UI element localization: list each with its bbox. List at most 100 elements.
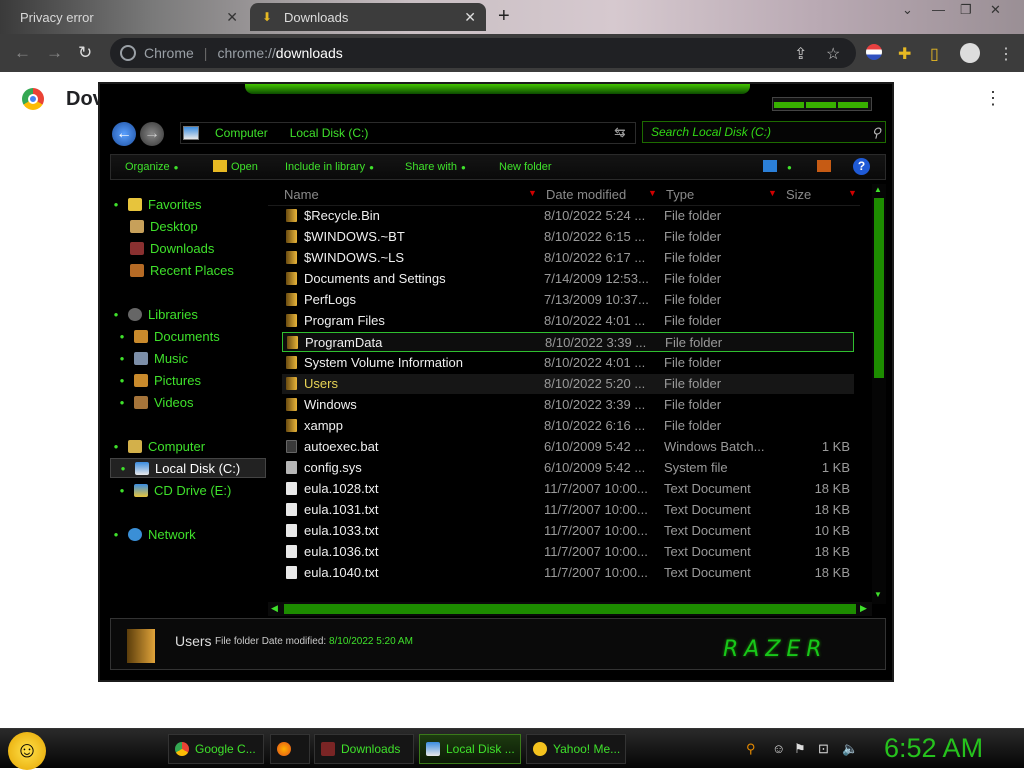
column-type[interactable]: Type bbox=[666, 187, 694, 202]
scroll-right-icon[interactable]: ▶ bbox=[860, 603, 867, 614]
expand-icon[interactable]: ● bbox=[116, 332, 128, 341]
side-panel-icon[interactable]: ▯ bbox=[930, 44, 939, 64]
restore-icon[interactable]: ❐ bbox=[960, 2, 972, 18]
scroll-thumb[interactable] bbox=[874, 198, 884, 378]
nav-desktop[interactable]: Desktop bbox=[110, 216, 266, 236]
sort-arrow-icon[interactable]: ▼ bbox=[648, 188, 657, 198]
share-with-button[interactable]: Share with ● bbox=[405, 161, 466, 173]
bookmark-star-icon[interactable]: ☆ bbox=[826, 44, 840, 64]
scroll-up-icon[interactable]: ▲ bbox=[874, 185, 884, 195]
expand-icon[interactable]: ● bbox=[116, 398, 128, 407]
scroll-thumb[interactable] bbox=[284, 604, 856, 614]
expand-icon[interactable]: ● bbox=[110, 200, 122, 209]
open-button[interactable]: Open bbox=[231, 161, 258, 173]
taskbar-item-yahoo[interactable]: Yahoo! Me... bbox=[526, 734, 626, 764]
taskbar-item-downloads[interactable]: Downloads bbox=[314, 734, 414, 764]
sort-arrow-icon[interactable]: ▼ bbox=[528, 188, 537, 198]
view-dropdown[interactable]: ● bbox=[783, 161, 792, 173]
nav-computer[interactable]: ● Computer bbox=[110, 436, 266, 456]
nav-libraries[interactable]: ● Libraries bbox=[110, 304, 266, 324]
close-tab-icon[interactable]: ✕ bbox=[226, 9, 238, 26]
nav-favorites[interactable]: ● Favorites bbox=[110, 194, 266, 214]
menu-kebab-icon[interactable]: ⋮ bbox=[998, 44, 1014, 64]
expand-icon[interactable]: ● bbox=[116, 486, 128, 495]
address-bar[interactable]: Chrome | chrome://downloads bbox=[110, 38, 856, 68]
view-options-icon[interactable] bbox=[763, 160, 777, 172]
file-row[interactable]: eula.1036.txt 11/7/2007 10:00... Text Docu… bbox=[282, 542, 854, 562]
horizontal-scrollbar[interactable]: ◀ ▶ bbox=[268, 602, 872, 616]
expand-icon[interactable]: ● bbox=[110, 530, 122, 539]
messenger-tray-icon[interactable]: ☺ bbox=[772, 741, 785, 756]
include-in-library-button[interactable]: Include in library ● bbox=[285, 161, 374, 173]
file-row[interactable]: xampp 8/10/2022 6:16 ... File folder bbox=[282, 416, 854, 436]
scroll-down-icon[interactable]: ▼ bbox=[874, 590, 884, 600]
vertical-scrollbar[interactable]: ▲ ▼ bbox=[872, 184, 886, 604]
search-input[interactable]: Search Local Disk (C:) ⚲ bbox=[642, 121, 886, 143]
expand-icon[interactable]: ● bbox=[117, 464, 129, 473]
nav-local-disk[interactable]: ● Local Disk (C:) bbox=[110, 458, 266, 478]
refresh-icon[interactable]: ⇆ bbox=[614, 124, 626, 141]
forward-icon[interactable]: → bbox=[46, 43, 63, 63]
help-icon[interactable]: ? bbox=[853, 158, 870, 175]
file-row[interactable]: Windows 8/10/2022 3:39 ... File folder bbox=[282, 395, 854, 415]
expand-icon[interactable]: ● bbox=[110, 442, 122, 451]
file-row[interactable]: eula.1028.txt 11/7/2007 10:00... Text Docu… bbox=[282, 479, 854, 499]
file-row[interactable]: config.sys 6/10/2009 5:42 ... System file 1… bbox=[282, 458, 854, 478]
file-row-selected[interactable]: ProgramData 8/10/2022 3:39 ... File folder bbox=[282, 332, 854, 352]
column-name[interactable]: Name bbox=[284, 187, 319, 202]
taskbar-item-chrome[interactable]: Google C... bbox=[168, 734, 264, 764]
page-menu-icon[interactable]: ⋮ bbox=[984, 88, 1002, 109]
search-icon[interactable]: ⚲ bbox=[746, 741, 756, 757]
preview-pane-icon[interactable] bbox=[817, 160, 831, 172]
expand-icon[interactable]: ● bbox=[116, 376, 128, 385]
nav-recent-places[interactable]: Recent Places bbox=[110, 260, 266, 280]
minimize-icon[interactable]: — bbox=[932, 2, 945, 17]
tab-downloads[interactable]: ⬇ Downloads ✕ bbox=[250, 3, 486, 31]
search-icon[interactable]: ⚲ bbox=[871, 125, 881, 141]
file-row[interactable]: eula.1033.txt 11/7/2007 10:00... Text Docu… bbox=[282, 521, 854, 541]
breadcrumb-computer[interactable]: Computer bbox=[215, 126, 268, 140]
reload-icon[interactable]: ↻ bbox=[78, 43, 92, 63]
file-row[interactable]: autoexec.bat 6/10/2009 5:42 ... Windows Ba… bbox=[282, 437, 854, 457]
file-row[interactable]: eula.1040.txt 11/7/2007 10:00... Text Docu… bbox=[282, 563, 854, 583]
forward-icon[interactable]: → bbox=[140, 122, 164, 146]
nav-downloads[interactable]: Downloads bbox=[110, 238, 266, 258]
taskbar-item-firefox[interactable] bbox=[270, 734, 310, 764]
new-folder-button[interactable]: New folder bbox=[499, 161, 552, 173]
file-row[interactable]: $WINDOWS.~BT 8/10/2022 6:15 ... File folde… bbox=[282, 227, 854, 247]
back-icon[interactable]: ← bbox=[14, 43, 31, 63]
column-size[interactable]: Size bbox=[786, 187, 811, 202]
breadcrumb-local-disk[interactable]: Local Disk (C:) bbox=[290, 126, 369, 140]
close-window-icon[interactable]: ✕ bbox=[990, 2, 1001, 18]
volume-icon[interactable]: 🔈 bbox=[842, 741, 858, 757]
explorer-address-bar[interactable]: Computer Local Disk (C:) ▽ bbox=[180, 122, 636, 144]
file-row[interactable]: $Recycle.Bin 8/10/2022 5:24 ... File folde… bbox=[282, 206, 854, 226]
start-button[interactable]: ☺ bbox=[8, 732, 46, 770]
file-row[interactable]: eula.1031.txt 11/7/2007 10:00... Text Docu… bbox=[282, 500, 854, 520]
extensions-icon[interactable]: ✚ bbox=[898, 44, 911, 64]
organize-button[interactable]: Organize ● bbox=[125, 161, 178, 173]
new-tab-button[interactable]: + bbox=[498, 5, 510, 28]
share-icon[interactable]: ⇪ bbox=[794, 44, 807, 64]
chevron-down-icon[interactable]: ⌄ bbox=[902, 2, 913, 18]
file-row[interactable]: $WINDOWS.~LS 8/10/2022 6:17 ... File folde… bbox=[282, 248, 854, 268]
nav-cd-drive[interactable]: ● CD Drive (E:) bbox=[110, 480, 266, 500]
back-icon[interactable]: ← bbox=[112, 122, 136, 146]
nav-pictures[interactable]: ● Pictures bbox=[110, 370, 266, 390]
file-row-hovered[interactable]: Users 8/10/2022 5:20 ... File folder bbox=[282, 374, 854, 394]
file-row[interactable]: Program Files 8/10/2022 4:01 ... File fold… bbox=[282, 311, 854, 331]
sort-arrow-icon[interactable]: ▼ bbox=[848, 188, 857, 198]
nav-network[interactable]: ● Network bbox=[110, 524, 266, 544]
flag-extension-icon[interactable] bbox=[866, 44, 882, 60]
file-row[interactable]: PerfLogs 7/13/2009 10:37... File folder bbox=[282, 290, 854, 310]
nav-documents[interactable]: ● Documents bbox=[110, 326, 266, 346]
close-tab-icon[interactable]: ✕ bbox=[464, 9, 476, 26]
profile-avatar[interactable] bbox=[960, 43, 980, 63]
column-date-modified[interactable]: Date modified bbox=[546, 187, 626, 202]
nav-videos[interactable]: ● Videos bbox=[110, 392, 266, 412]
nav-music[interactable]: ● Music bbox=[110, 348, 266, 368]
sort-arrow-icon[interactable]: ▼ bbox=[768, 188, 777, 198]
network-icon[interactable]: ⊡ bbox=[818, 741, 829, 757]
taskbar-item-local-disk[interactable]: Local Disk ... bbox=[419, 734, 521, 764]
scroll-left-icon[interactable]: ◀ bbox=[271, 603, 278, 614]
